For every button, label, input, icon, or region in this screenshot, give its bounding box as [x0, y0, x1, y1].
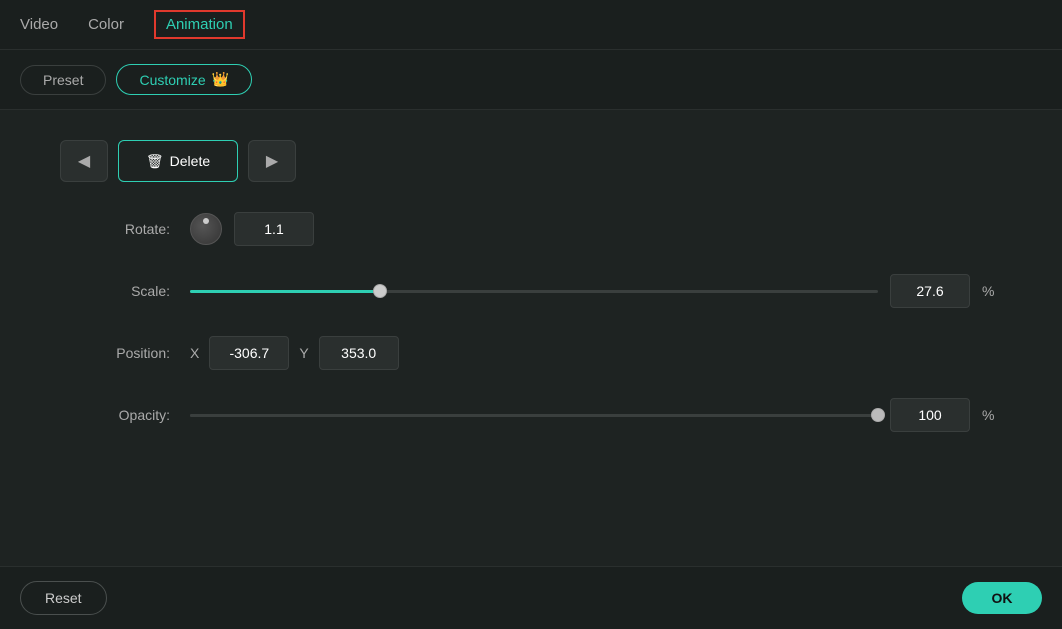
action-buttons: ◀ 🗑 Delete ▶ — [60, 140, 1002, 182]
opacity-unit: % — [982, 407, 1002, 423]
main-content: ◀ 🗑 Delete ▶ Rotate: Scale: % Position: — [0, 110, 1062, 566]
scale-slider-fill — [190, 290, 380, 293]
tab-animation[interactable]: Animation — [154, 10, 245, 39]
tab-video[interactable]: Video — [20, 12, 58, 37]
scale-slider-container: % — [190, 274, 1002, 308]
delete-label: Delete — [170, 153, 210, 169]
trash-icon: 🗑 — [146, 153, 164, 170]
scale-label: Scale: — [60, 283, 170, 299]
opacity-slider-track[interactable] — [190, 414, 878, 417]
subtab-preset[interactable]: Preset — [20, 65, 106, 95]
reset-button[interactable]: Reset — [20, 581, 107, 615]
position-label: Position: — [60, 345, 170, 361]
scale-row: Scale: % — [60, 274, 1002, 308]
position-y-input[interactable] — [319, 336, 399, 370]
scale-input[interactable] — [890, 274, 970, 308]
scale-slider-track[interactable] — [190, 290, 878, 293]
crown-icon: 👑 — [212, 71, 229, 88]
position-x-input[interactable] — [209, 336, 289, 370]
rotate-dial[interactable] — [190, 213, 222, 245]
opacity-label: Opacity: — [60, 407, 170, 423]
rotate-input[interactable] — [234, 212, 314, 246]
forward-button[interactable]: ▶ — [248, 140, 296, 182]
ok-button[interactable]: OK — [962, 582, 1042, 614]
back-icon: ◀ — [78, 151, 90, 171]
y-axis-label: Y — [299, 345, 308, 361]
opacity-slider-container: % — [190, 398, 1002, 432]
tab-color[interactable]: Color — [88, 12, 124, 37]
scale-slider-thumb[interactable] — [373, 284, 387, 298]
rotate-row: Rotate: — [60, 212, 1002, 246]
opacity-slider-fill — [190, 414, 878, 417]
tab-bar: Video Color Animation — [0, 0, 1062, 50]
opacity-input[interactable] — [890, 398, 970, 432]
footer: Reset OK — [0, 566, 1062, 629]
rotate-label: Rotate: — [60, 221, 170, 237]
opacity-row: Opacity: % — [60, 398, 1002, 432]
back-button[interactable]: ◀ — [60, 140, 108, 182]
scale-unit: % — [982, 283, 1002, 299]
subtab-customize-label: Customize — [139, 72, 205, 88]
sub-tab-bar: Preset Customize 👑 — [0, 50, 1062, 110]
position-row: Position: X Y — [60, 336, 1002, 370]
opacity-slider-thumb[interactable] — [871, 408, 885, 422]
x-axis-label: X — [190, 345, 199, 361]
position-group: X Y — [190, 336, 399, 370]
forward-icon: ▶ — [266, 151, 278, 171]
delete-button[interactable]: 🗑 Delete — [118, 140, 238, 182]
subtab-customize[interactable]: Customize 👑 — [116, 64, 252, 95]
